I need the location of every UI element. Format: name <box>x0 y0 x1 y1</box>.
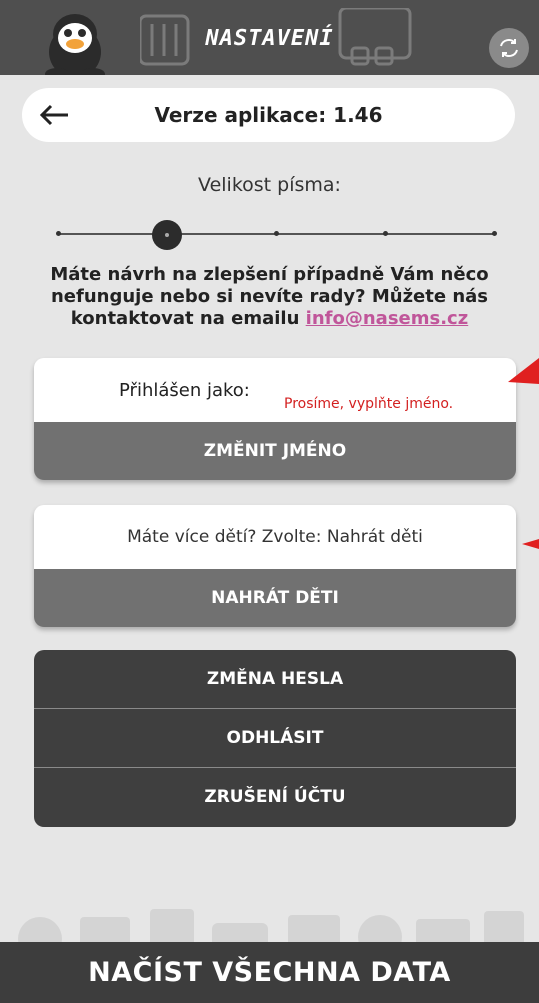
arrow-left-icon[interactable] <box>36 100 72 130</box>
app-version: Verze aplikace: 1.46 <box>154 103 383 127</box>
slider-tick[interactable] <box>492 231 497 236</box>
red-pointer-icon <box>508 358 539 384</box>
slider-tick[interactable] <box>274 231 279 236</box>
version-bar: Verze aplikace: 1.46 <box>22 88 515 142</box>
logout-button[interactable]: ODHLÁSIT <box>34 709 516 768</box>
change-name-button[interactable]: ZMĚNIT JMÉNO <box>34 422 516 480</box>
account-menu: ZMĚNA HESLA ODHLÁSIT ZRUŠENÍ ÚČTU <box>34 650 516 827</box>
login-card: Přihlášen jako: Prosíme, vyplňte jméno. … <box>34 358 516 480</box>
slider-thumb[interactable] <box>152 220 182 250</box>
change-password-button[interactable]: ZMĚNA HESLA <box>34 650 516 709</box>
font-size-label: Velikost písma: <box>198 174 341 196</box>
sync-button[interactable] <box>489 28 529 68</box>
children-card: Máte více dětí? Zvolte: Nahrát děti NAHR… <box>34 505 516 627</box>
red-pointer-icon <box>522 539 539 549</box>
logged-in-label: Přihlášen jako: <box>119 380 250 401</box>
page-title: NASTAVENÍ <box>205 26 334 51</box>
delete-account-button[interactable]: ZRUŠENÍ ÚČTU <box>34 768 516 826</box>
contact-email-link[interactable]: info@nasems.cz <box>306 308 469 329</box>
header-bar: NASTAVENÍ <box>0 0 539 75</box>
children-text: Máte více dětí? Zvolte: Nahrát děti <box>34 505 516 569</box>
slider-tick[interactable] <box>383 231 388 236</box>
load-all-data-button[interactable]: NAČÍST VŠECHNA DATA <box>0 942 539 1003</box>
sync-icon <box>500 39 518 57</box>
slider-tick[interactable] <box>56 231 61 236</box>
feedback-text: Máte návrh na zlepšení případně Vám něco… <box>46 264 493 330</box>
font-size-slider[interactable] <box>56 220 497 250</box>
load-children-button[interactable]: NAHRÁT DĚTI <box>34 569 516 627</box>
name-warning: Prosíme, vyplňte jméno. <box>284 396 454 412</box>
